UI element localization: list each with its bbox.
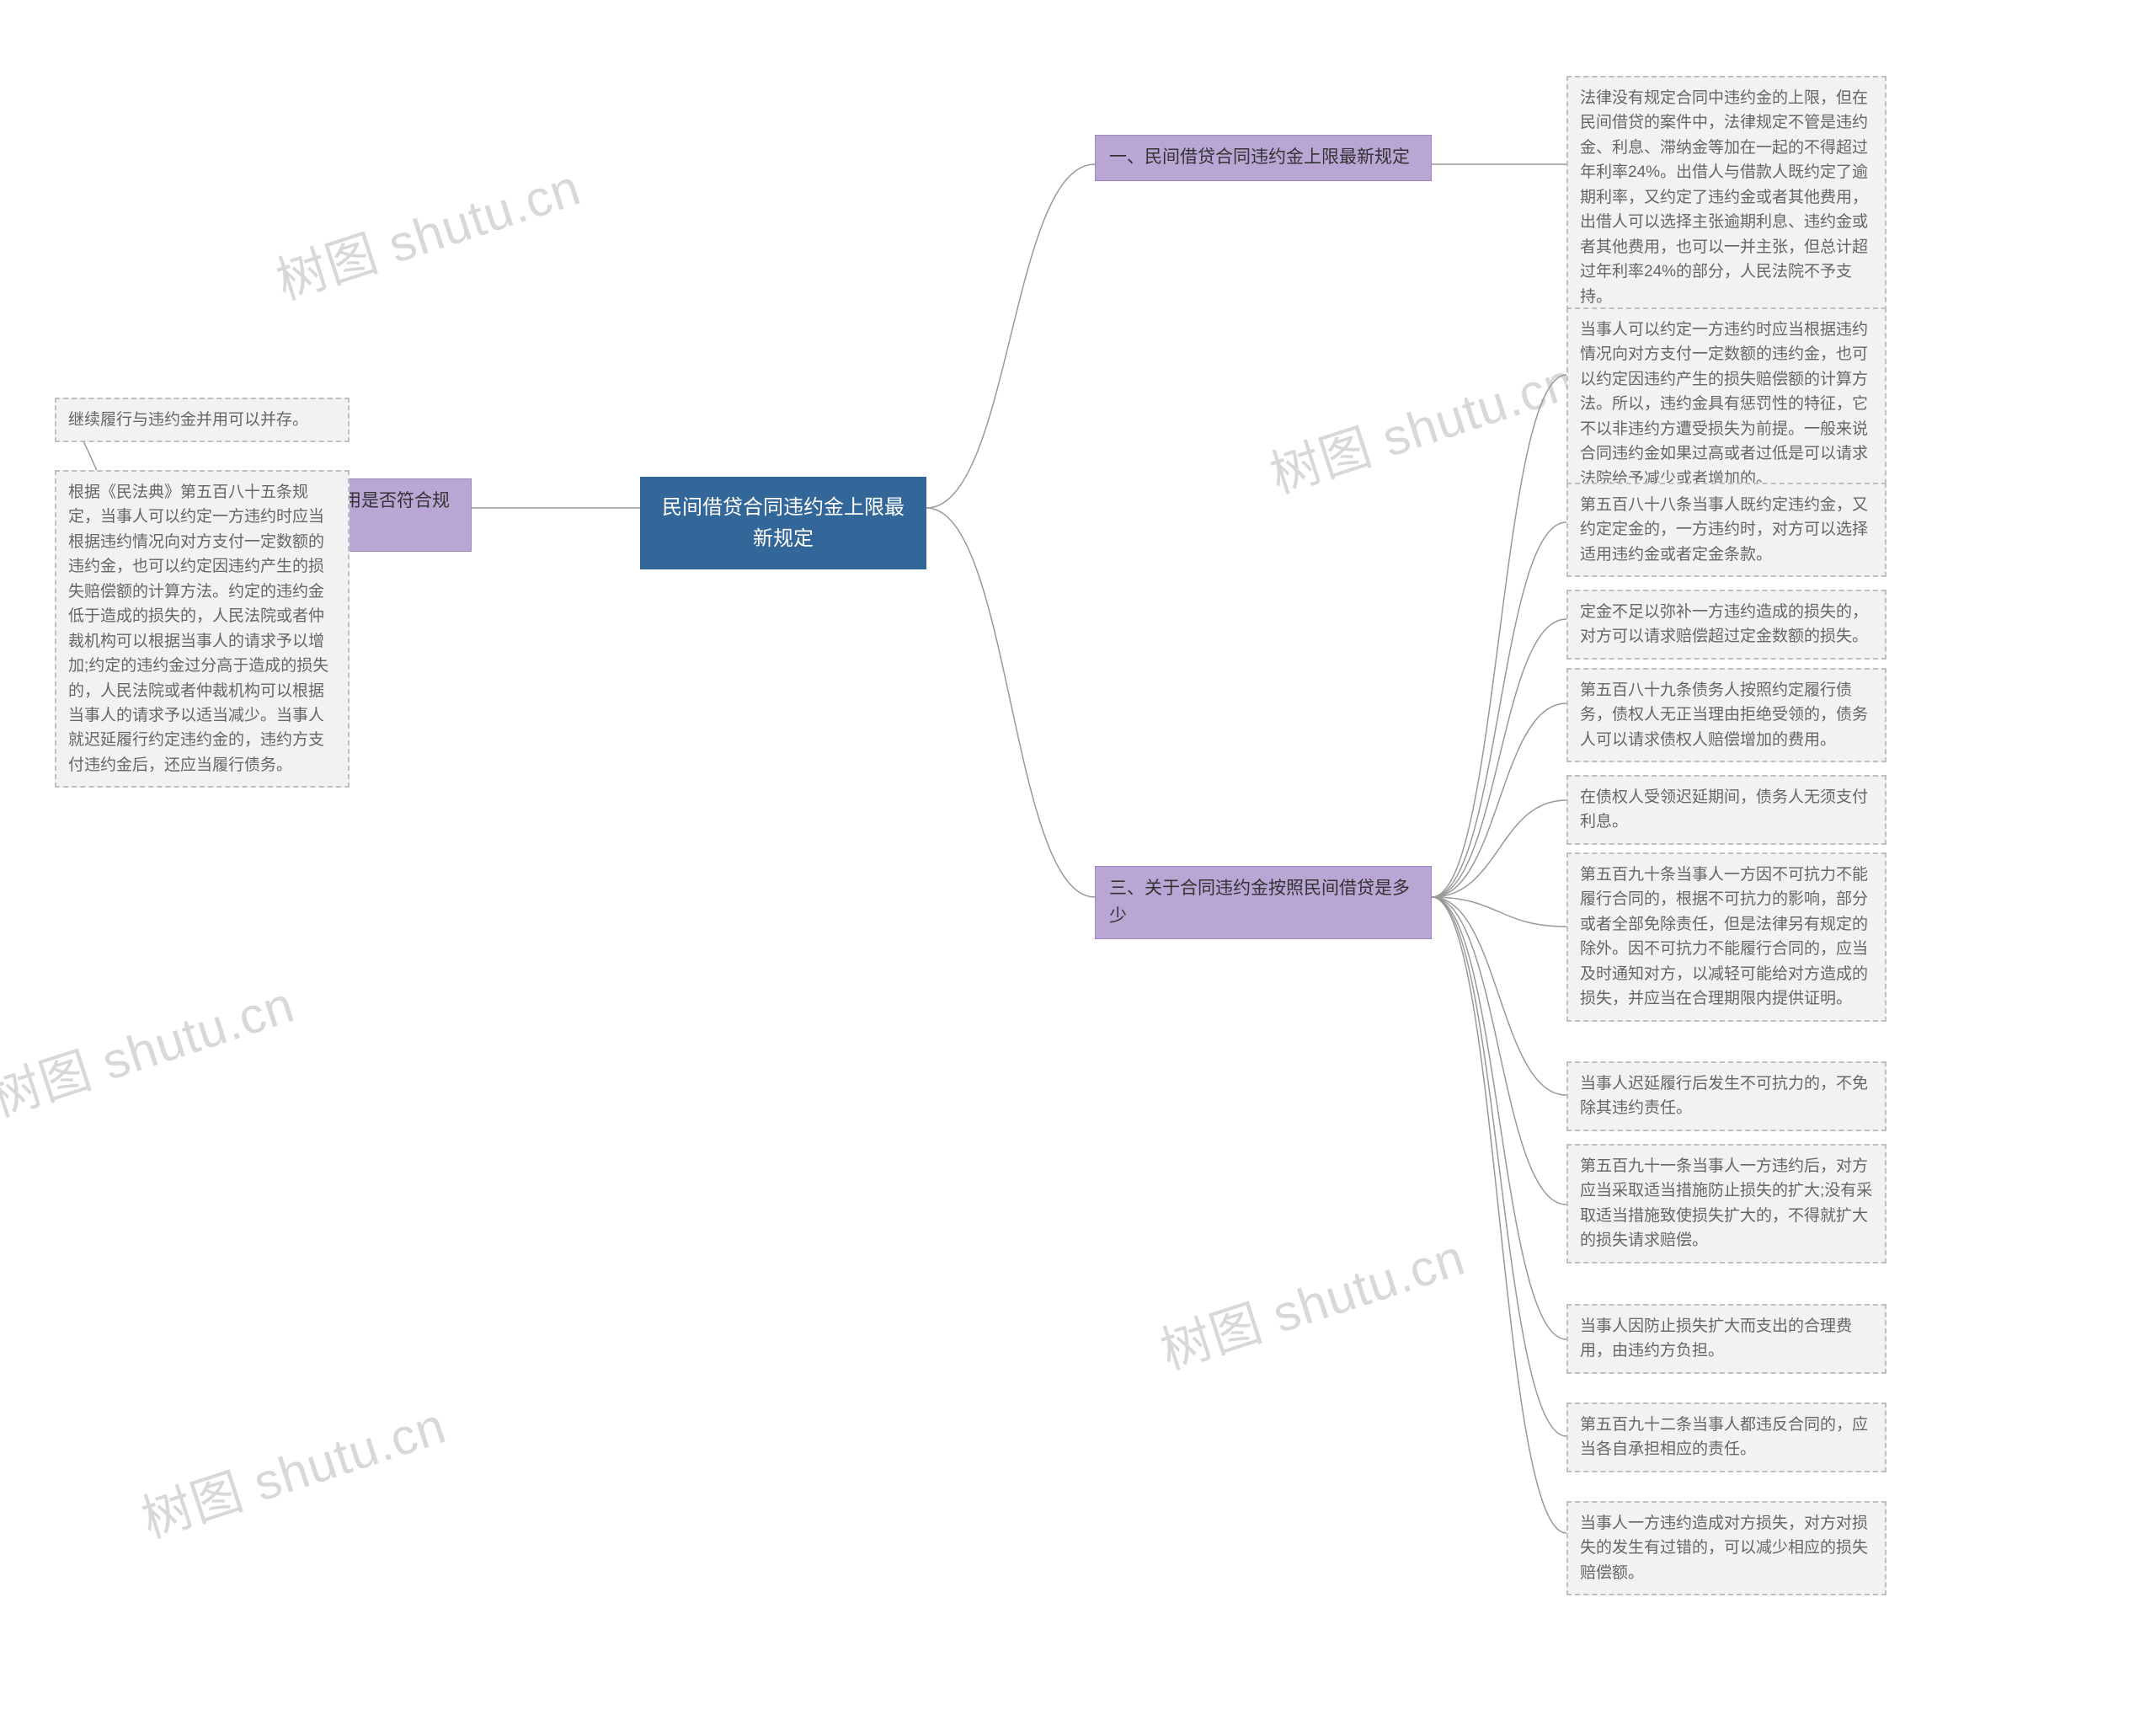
leaf-node[interactable]: 法律没有规定合同中违约金的上限，但在民间借贷的案件中，法律规定不管是违约金、利息… — [1566, 76, 1886, 319]
branch-label: 三、关于合同违约金按照民间借贷是多少 — [1109, 879, 1410, 926]
leaf-node[interactable]: 根据《民法典》第五百八十五条规定，当事人可以约定一方违约时应当根据违约情况向对方… — [55, 470, 350, 788]
leaf-node[interactable]: 当事人一方违约造成对方损失，对方对损失的发生有过错的，可以减少相应的损失赔偿额。 — [1566, 1501, 1886, 1595]
leaf-node[interactable]: 当事人迟延履行后发生不可抗力的，不免除其违约责任。 — [1566, 1061, 1886, 1131]
leaf-node[interactable]: 第五百八十九条债务人按照约定履行债务，债权人无正当理由拒绝受领的，债务人可以请求… — [1566, 668, 1886, 762]
leaf-text: 第五百九十一条当事人一方违约后，对方应当采取适当措施防止损失的扩大;没有采取适当… — [1580, 1157, 1872, 1249]
leaf-text: 第五百九十二条当事人都违反合同的，应当各自承担相应的责任。 — [1580, 1416, 1868, 1458]
leaf-text: 第五百八十九条债务人按照约定履行债务，债权人无正当理由拒绝受领的，债务人可以请求… — [1580, 681, 1868, 749]
leaf-text: 继续履行与违约金并用可以并存。 — [68, 411, 308, 429]
watermark: 树图 shutu.cn — [266, 147, 589, 313]
leaf-node[interactable]: 继续履行与违约金并用可以并存。 — [55, 398, 350, 442]
watermark: 树图 shutu.cn — [1260, 340, 1582, 507]
leaf-text: 当事人可以约定一方违约时应当根据违约情况向对方支付一定数额的违约金，也可以约定因… — [1580, 321, 1868, 488]
leaf-node[interactable]: 在债权人受领迟延期间，债务人无须支付利息。 — [1566, 775, 1886, 845]
leaf-node[interactable]: 当事人可以约定一方违约时应当根据违约情况向对方支付一定数额的违约金，也可以约定因… — [1566, 307, 1886, 501]
watermark: 树图 shutu.cn — [131, 1385, 454, 1552]
leaf-text: 根据《民法典》第五百八十五条规定，当事人可以约定一方违约时应当根据违约情况向对方… — [68, 484, 328, 774]
watermark: 树图 shutu.cn — [1150, 1216, 1473, 1383]
leaf-text: 定金不足以弥补一方违约造成的损失的，对方可以请求赔偿超过定金数额的损失。 — [1580, 603, 1868, 645]
branch-node-3[interactable]: 三、关于合同违约金按照民间借贷是多少 — [1095, 866, 1432, 939]
leaf-text: 当事人因防止损失扩大而支出的合理费用，由违约方负担。 — [1580, 1317, 1852, 1360]
leaf-node[interactable]: 第五百九十条当事人一方因不可抗力不能履行合同的，根据不可抗力的影响，部分或者全部… — [1566, 852, 1886, 1022]
branch-node-1[interactable]: 一、民间借贷合同违约金上限最新规定 — [1095, 135, 1432, 181]
leaf-text: 在债权人受领迟延期间，债务人无须支付利息。 — [1580, 788, 1868, 831]
leaf-node[interactable]: 第五百九十一条当事人一方违约后，对方应当采取适当措施防止损失的扩大;没有采取适当… — [1566, 1144, 1886, 1264]
leaf-node[interactable]: 当事人因防止损失扩大而支出的合理费用，由违约方负担。 — [1566, 1304, 1886, 1374]
leaf-text: 第五百八十八条当事人既约定违约金，又约定定金的，一方违约时，对方可以选择适用违约… — [1580, 496, 1868, 564]
watermark: 树图 shutu.cn — [0, 964, 302, 1130]
branch-label: 一、民间借贷合同违约金上限最新规定 — [1109, 147, 1410, 167]
leaf-text: 当事人一方违约造成对方损失，对方对损失的发生有过错的，可以减少相应的损失赔偿额。 — [1580, 1515, 1868, 1582]
leaf-node[interactable]: 第五百八十八条当事人既约定违约金，又约定定金的，一方违约时，对方可以选择适用违约… — [1566, 483, 1886, 577]
leaf-node[interactable]: 第五百九十二条当事人都违反合同的，应当各自承担相应的责任。 — [1566, 1402, 1886, 1472]
leaf-node[interactable]: 定金不足以弥补一方违约造成的损失的，对方可以请求赔偿超过定金数额的损失。 — [1566, 590, 1886, 660]
root-label: 民间借贷合同违约金上限最新规定 — [662, 496, 905, 550]
leaf-text: 法律没有规定合同中违约金的上限，但在民间借贷的案件中，法律规定不管是违约金、利息… — [1580, 89, 1868, 306]
leaf-text: 第五百九十条当事人一方因不可抗力不能履行合同的，根据不可抗力的影响，部分或者全部… — [1580, 866, 1868, 1007]
root-node[interactable]: 民间借贷合同违约金上限最新规定 — [640, 477, 926, 569]
leaf-text: 当事人迟延履行后发生不可抗力的，不免除其违约责任。 — [1580, 1075, 1868, 1117]
